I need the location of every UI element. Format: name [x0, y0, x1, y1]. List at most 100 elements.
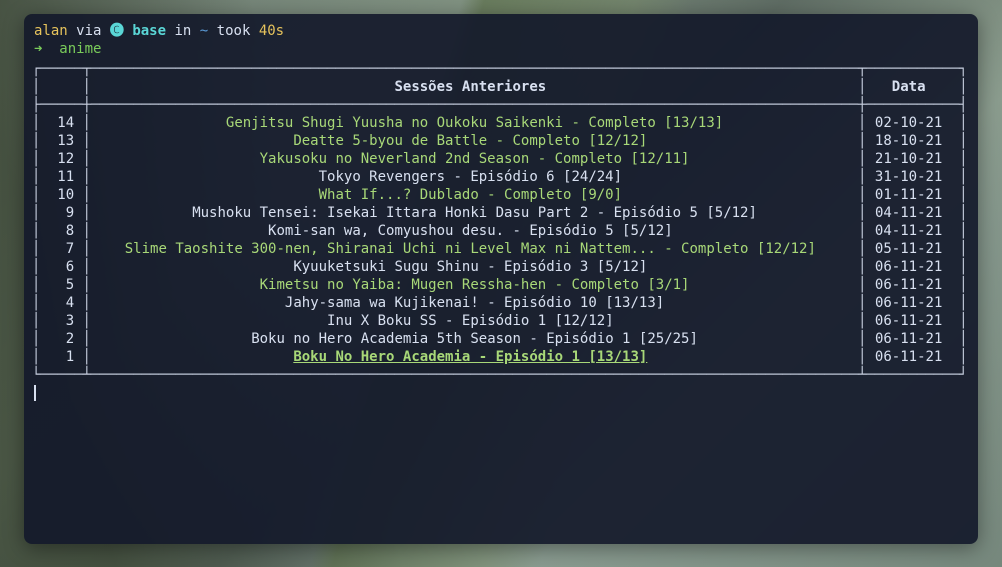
row-index: 10 — [40, 187, 82, 203]
row-title-pad-right — [723, 115, 858, 131]
row-title-pad-left — [91, 187, 319, 203]
table-row[interactable]: │ 8 │ Komi-san wa, Comyushou desu. - Epi… — [32, 222, 970, 240]
row-index: 7 — [40, 241, 82, 257]
row-title-pad-left — [91, 205, 192, 221]
table-row[interactable]: │ 14 │ Genjitsu Shugi Yuusha no Oukoku S… — [32, 114, 970, 132]
command-text: anime — [59, 41, 101, 57]
row-index: 1 — [40, 349, 82, 365]
row-index: 4 — [40, 295, 82, 311]
row-title: Genjitsu Shugi Yuusha no Oukoku Saikenki… — [226, 115, 723, 131]
row-date: 06-11-21 — [867, 295, 960, 311]
row-title: Kimetsu no Yaiba: Mugen Ressha-hen - Com… — [260, 277, 690, 293]
row-date: 04-11-21 — [867, 205, 960, 221]
row-title-pad-left — [91, 115, 226, 131]
row-title-pad-left — [91, 277, 260, 293]
row-title: Deatte 5-byou de Battle - Completo [12/1… — [293, 133, 647, 149]
table-border-bottom: └─────┴─────────────────────────────────… — [32, 366, 970, 384]
row-title: Boku No Hero Academia - Episódio 1 [13/1… — [293, 349, 647, 365]
row-title-pad-right — [689, 277, 858, 293]
row-title-pad-right — [673, 223, 858, 239]
table-border-top: ┌─────┬─────────────────────────────────… — [32, 60, 970, 78]
table-row[interactable]: │ 3 │ Inu X Boku SS - Episódio 1 [12/12]… — [32, 312, 970, 330]
row-date: 01-11-21 — [867, 187, 960, 203]
prompt-user: alan — [34, 23, 68, 39]
row-index: 12 — [40, 151, 82, 167]
table-row[interactable]: │ 9 │ Mushoku Tensei: Isekai Ittara Honk… — [32, 204, 970, 222]
header-sessoes: Sessões Anteriores — [394, 79, 546, 95]
row-title-pad-right — [614, 313, 858, 329]
text-cursor — [34, 385, 36, 401]
table-row[interactable]: │ 4 │ Jahy-sama wa Kujikenai! - Episódio… — [32, 294, 970, 312]
row-title-pad-left — [91, 313, 327, 329]
row-date: 06-11-21 — [867, 349, 960, 365]
row-title-pad-left — [91, 133, 293, 149]
row-title-pad-right — [689, 151, 858, 167]
row-title-pad-right — [757, 205, 858, 221]
header-data: Data — [892, 79, 926, 95]
row-title-pad-right — [816, 241, 858, 257]
row-date: 21-10-21 — [867, 151, 960, 167]
row-date: 18-10-21 — [867, 133, 960, 149]
row-title-pad-left — [91, 169, 319, 185]
row-title-pad-left — [91, 241, 125, 257]
row-title-pad-right — [647, 259, 858, 275]
table-row[interactable]: │ 10 │ What If...? Dublado - Completo [9… — [32, 186, 970, 204]
row-title: Kyuuketsuki Sugu Shinu - Episódio 3 [5/1… — [293, 259, 647, 275]
row-title-pad-left — [91, 295, 285, 311]
prompt-via: via — [76, 23, 101, 39]
row-date: 02-10-21 — [866, 115, 959, 131]
row-index: 3 — [40, 313, 82, 329]
row-index: 14 — [40, 115, 82, 131]
row-title: What If...? Dublado - Completo [9/0] — [319, 187, 622, 203]
row-date: 05-11-21 — [867, 241, 960, 257]
table-row[interactable]: │ 7 │ Slime Taoshite 300-nen, Shiranai U… — [32, 240, 970, 258]
row-title-pad-right — [647, 349, 858, 365]
prompt-env: base — [132, 23, 166, 39]
row-date: 04-11-21 — [867, 223, 960, 239]
row-title: Slime Taoshite 300-nen, Shiranai Uchi ni… — [125, 241, 816, 257]
row-title-pad-left — [91, 151, 260, 167]
prompt-line-1: alan via 🅒 base in ~ took 40s — [32, 22, 970, 40]
row-title: Inu X Boku SS - Episódio 1 [12/12] — [327, 313, 614, 329]
table-row[interactable]: │ 5 │ Kimetsu no Yaiba: Mugen Ressha-hen… — [32, 276, 970, 294]
row-date: 06-11-21 — [867, 277, 960, 293]
prompt-duration: 40s — [259, 23, 284, 39]
row-title-pad-left — [91, 331, 251, 347]
table-row[interactable]: │ 1 │ Boku No Hero Academia - Episódio 1… — [32, 348, 970, 366]
row-date: 06-11-21 — [867, 259, 960, 275]
row-title: Jahy-sama wa Kujikenai! - Episódio 10 [1… — [285, 295, 664, 311]
row-title: Tokyo Revengers - Episódio 6 [24/24] — [319, 169, 622, 185]
row-title-pad-left — [91, 349, 293, 365]
table-row[interactable]: │ 2 │ Boku no Hero Academia 5th Season -… — [32, 330, 970, 348]
table-row[interactable]: │ 11 │ Tokyo Revengers - Episódio 6 [24/… — [32, 168, 970, 186]
sessions-table: ┌─────┬─────────────────────────────────… — [32, 60, 970, 384]
table-header-row: │ │ Sessões Anteriores │ Data │ — [32, 78, 970, 96]
row-index: 9 — [40, 205, 82, 221]
prompt-line-2: ➜ anime — [32, 40, 970, 58]
row-index: 6 — [40, 259, 82, 275]
row-title: Mushoku Tensei: Isekai Ittara Honki Dasu… — [192, 205, 757, 221]
table-row[interactable]: │ 6 │ Kyuuketsuki Sugu Shinu - Episódio … — [32, 258, 970, 276]
table-border-mid: ├─────┼─────────────────────────────────… — [32, 96, 970, 114]
prompt-in: in — [174, 23, 191, 39]
row-title-pad-right — [622, 169, 858, 185]
table-row[interactable]: │ 13 │ Deatte 5-byou de Battle - Complet… — [32, 132, 970, 150]
row-title: Komi-san wa, Comyushou desu. - Episódio … — [268, 223, 673, 239]
table-row[interactable]: │ 12 │ Yakusoku no Neverland 2nd Season … — [32, 150, 970, 168]
row-date: 31-10-21 — [867, 169, 960, 185]
row-index: 2 — [40, 331, 82, 347]
row-date: 06-11-21 — [867, 331, 960, 347]
prompt-path: ~ — [200, 23, 208, 39]
row-index: 8 — [40, 223, 82, 239]
row-index: 5 — [40, 277, 82, 293]
row-index: 11 — [40, 169, 82, 185]
row-title-pad-right — [647, 133, 858, 149]
row-title-pad-left — [91, 259, 293, 275]
conda-icon: 🅒 — [110, 23, 124, 39]
row-title-pad-right — [622, 187, 858, 203]
prompt-arrow-icon: ➜ — [34, 41, 42, 57]
prompt-took: took — [217, 23, 251, 39]
terminal-window[interactable]: alan via 🅒 base in ~ took 40s ➜ anime ┌─… — [24, 14, 978, 544]
row-index: 13 — [40, 133, 82, 149]
row-title-pad-left — [91, 223, 268, 239]
